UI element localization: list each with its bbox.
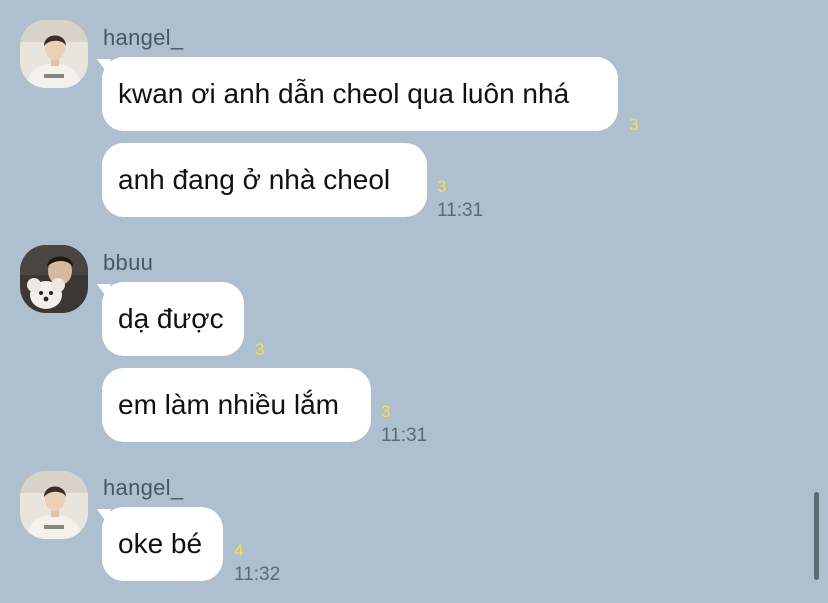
message-text: kwan ơi anh dẫn cheol qua luôn nhá (118, 78, 570, 109)
message-time: 11:31 (381, 425, 428, 446)
message-text: dạ được (118, 303, 224, 334)
unread-count: 4 (234, 541, 244, 560)
message-text: oke bé (118, 528, 203, 559)
message-bubble[interactable]: kwan ơi anh dẫn cheol qua luôn nhá (102, 57, 618, 131)
scrollbar[interactable] (814, 492, 819, 580)
message-text: anh đang ở nhà cheol (118, 164, 391, 195)
avatar-hangel[interactable] (20, 471, 88, 539)
avatar-bbuu[interactable] (20, 245, 88, 313)
unread-count: 3 (629, 115, 639, 134)
avatar-bbuu-image (20, 245, 88, 313)
chat-room: hangel_ kwan ơi anh dẫn cheol qua luôn n… (0, 0, 828, 603)
unread-count: 3 (255, 340, 265, 359)
message-bubble[interactable]: oke bé (102, 507, 223, 581)
avatar-hangel[interactable] (20, 20, 88, 88)
unread-count: 3 (437, 177, 447, 196)
avatar-hangel-image (20, 471, 88, 539)
unread-count: 3 (381, 402, 391, 421)
sender-name: bbuu (103, 250, 154, 275)
sender-name: hangel_ (103, 25, 184, 50)
message-bubble[interactable]: em làm nhiều lắm (102, 368, 371, 442)
message-bubble[interactable]: dạ được (102, 282, 244, 356)
message-time: 11:31 (437, 200, 484, 221)
sender-name: hangel_ (103, 475, 184, 500)
message-time: 11:32 (234, 564, 281, 585)
message-bubble[interactable]: anh đang ở nhà cheol (102, 143, 427, 217)
avatar-hangel-image (20, 20, 88, 88)
message-text: em làm nhiều lắm (118, 389, 339, 420)
